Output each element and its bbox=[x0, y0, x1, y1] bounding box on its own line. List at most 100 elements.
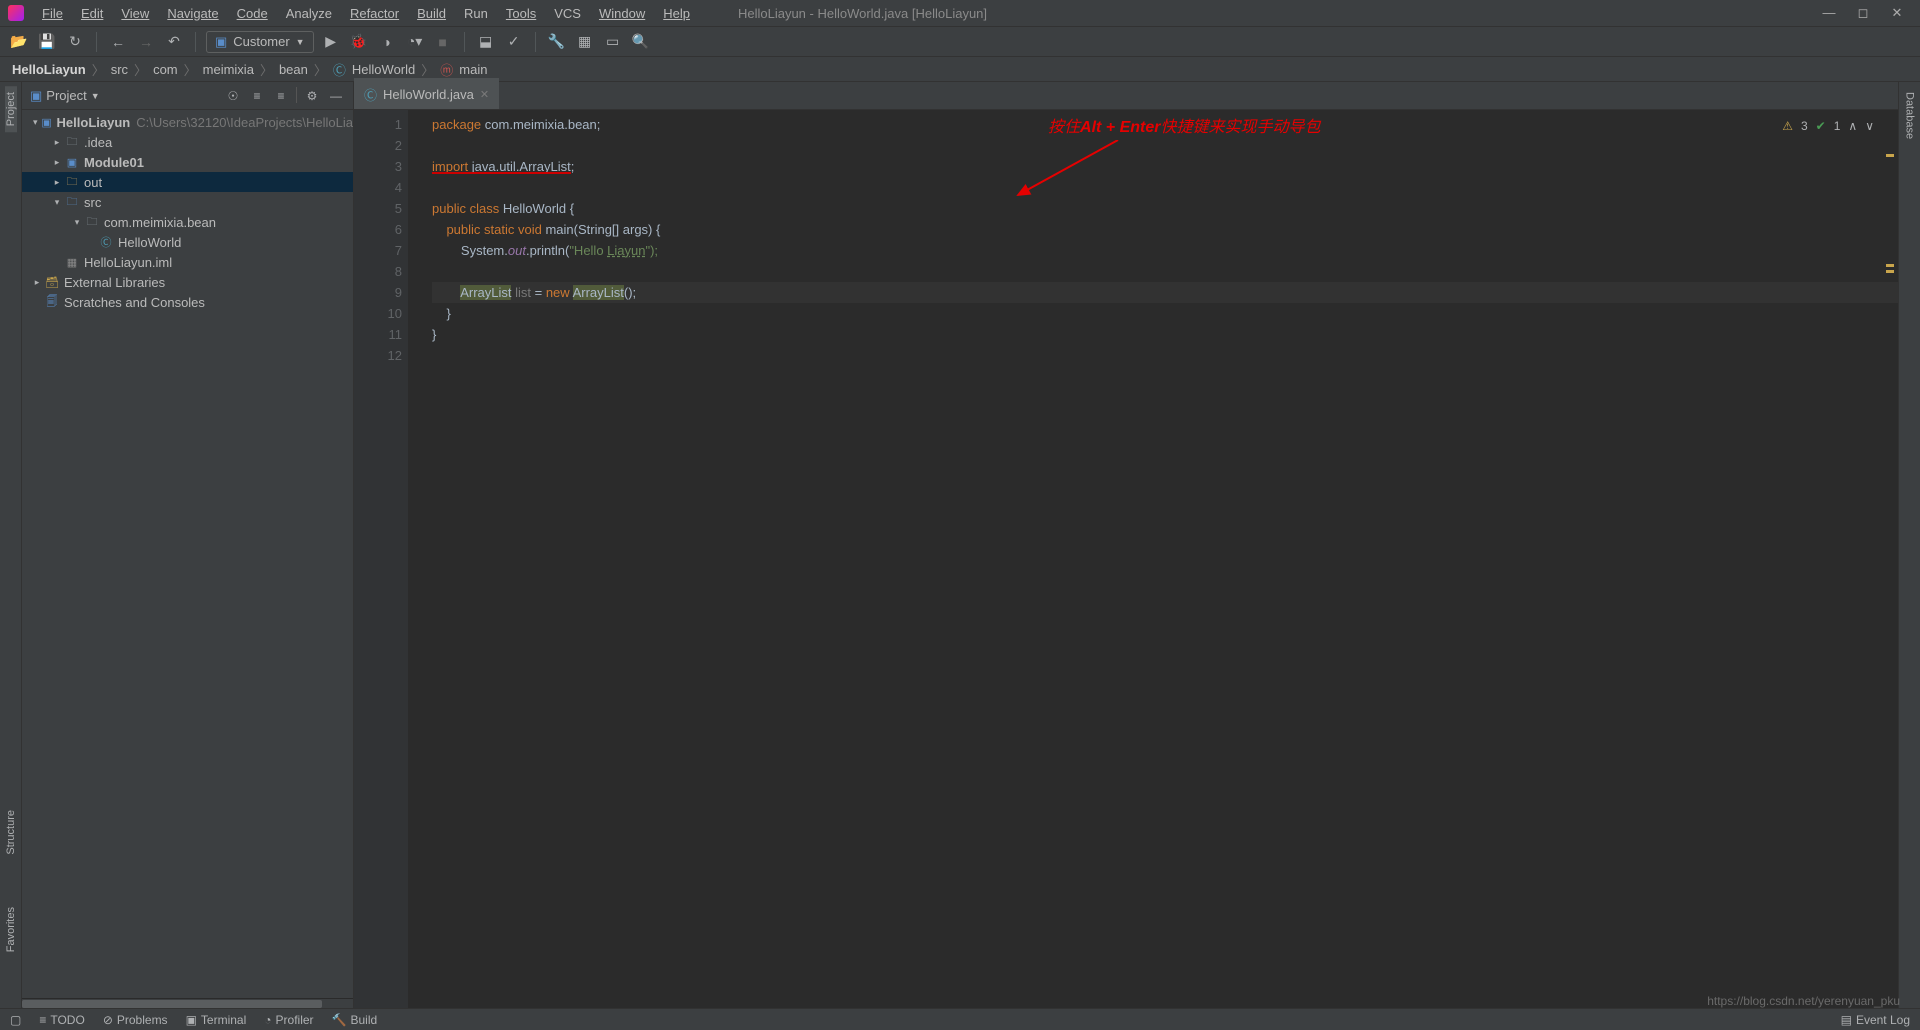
main-area: Project Structure Favorites ▣ Project ▼ … bbox=[0, 82, 1920, 1008]
search-icon[interactable]: 🔍 bbox=[630, 31, 652, 53]
inspection-widget[interactable]: ⚠3 ✔1 ∧ ∨ bbox=[1782, 116, 1874, 137]
tree-scratches[interactable]: 🗐Scratches and Consoles bbox=[22, 292, 353, 312]
code-editor[interactable]: 1 2 3 4 5 6 7 8 9 10 11 12 package com.m… bbox=[354, 110, 1898, 1008]
menu-tools[interactable]: Tools bbox=[498, 3, 544, 24]
minimize-panel-icon[interactable]: — bbox=[327, 87, 345, 105]
tree-root[interactable]: ▾▣ HelloLiayun C:\Users\32120\IdeaProjec… bbox=[22, 112, 353, 132]
menu-analyze[interactable]: Analyze bbox=[278, 3, 340, 24]
title-bar: File Edit View Navigate Code Analyze Ref… bbox=[0, 0, 1920, 27]
gutter: 1 2 3 4 5 6 7 8 9 10 11 12 bbox=[354, 110, 408, 1008]
tree-node-iml[interactable]: ▦HelloLiayun.iml bbox=[22, 252, 353, 272]
menu-vcs[interactable]: VCS bbox=[546, 3, 589, 24]
open-icon[interactable]: 📂 bbox=[8, 31, 30, 53]
git-update-icon[interactable]: ⬓ bbox=[475, 31, 497, 53]
git-commit-icon[interactable]: ✓ bbox=[503, 31, 525, 53]
status-terminal[interactable]: ▣Terminal bbox=[186, 1013, 247, 1027]
crumb-project[interactable]: HelloLiayun bbox=[12, 62, 86, 77]
menu-run[interactable]: Run bbox=[456, 3, 496, 24]
tree-root-path: C:\Users\32120\IdeaProjects\HelloLia bbox=[130, 115, 353, 130]
window-title: HelloLiayun - HelloWorld.java [HelloLiay… bbox=[698, 6, 1822, 21]
menu-file[interactable]: File bbox=[34, 3, 71, 24]
menu-window[interactable]: Window bbox=[591, 3, 653, 24]
minimize-button[interactable]: — bbox=[1822, 5, 1836, 21]
annotation-text: 按住Alt + Enter快捷键来实现手动导包 bbox=[1048, 116, 1321, 138]
breadcrumb: HelloLiayun〉 src〉 com〉 meimixia〉 bean〉 Ⓒ… bbox=[12, 60, 487, 79]
menu-edit[interactable]: Edit bbox=[73, 3, 111, 24]
save-icon[interactable]: 💾 bbox=[36, 31, 58, 53]
warning-count: 3 bbox=[1801, 116, 1808, 137]
chevron-up-icon[interactable]: ∧ bbox=[1848, 116, 1857, 137]
separator bbox=[535, 32, 536, 52]
wrench-icon[interactable]: 🔧 bbox=[546, 31, 568, 53]
annotation-arrow-icon bbox=[1008, 140, 1128, 210]
left-tool-strip: Project Structure Favorites bbox=[0, 82, 22, 1008]
project-structure-icon[interactable]: ▦ bbox=[574, 31, 596, 53]
crumb-pkg[interactable]: meimixia bbox=[203, 62, 254, 77]
undo-arrow-icon[interactable]: ↶ bbox=[163, 31, 185, 53]
coverage-icon[interactable]: ◑ bbox=[376, 31, 398, 53]
tree-external-libs[interactable]: ▸🗃External Libraries bbox=[22, 272, 353, 292]
ok-icon: ✔ bbox=[1816, 116, 1826, 137]
menu-help[interactable]: Help bbox=[655, 3, 698, 24]
tab-structure[interactable]: Structure bbox=[5, 804, 17, 861]
crumb-com[interactable]: com bbox=[153, 62, 178, 77]
tree-node-module01[interactable]: ▸▣Module01 bbox=[22, 152, 353, 172]
collapse-icon[interactable]: ≡ bbox=[272, 87, 290, 105]
toolwin-toggle-icon[interactable]: ▢ bbox=[10, 1013, 21, 1027]
main-toolbar: 📂 💾 ↻ ← → ↶ ▣ Customer ▼ ▶ 🐞 ◑ ◔▾ ■ ⬓ ✓ … bbox=[0, 27, 1920, 57]
main-menu: File Edit View Navigate Code Analyze Ref… bbox=[34, 3, 698, 24]
close-button[interactable]: ✕ bbox=[1890, 5, 1904, 21]
nav-breadcrumb-bar: HelloLiayun〉 src〉 com〉 meimixia〉 bean〉 Ⓒ… bbox=[0, 57, 1920, 82]
menu-view[interactable]: View bbox=[113, 3, 157, 24]
tree-node-out[interactable]: ▸🗀out bbox=[22, 172, 353, 192]
tree-node-src[interactable]: ▾🗀src bbox=[22, 192, 353, 212]
error-stripe[interactable] bbox=[1880, 114, 1894, 1004]
menu-navigate[interactable]: Navigate bbox=[159, 3, 226, 24]
target-icon[interactable]: ☉ bbox=[224, 87, 242, 105]
crumb-bean[interactable]: bean bbox=[279, 62, 308, 77]
tab-project[interactable]: Project bbox=[5, 86, 17, 132]
project-h-scroll[interactable] bbox=[22, 998, 353, 1008]
expand-icon[interactable]: ≡ bbox=[248, 87, 266, 105]
menu-build[interactable]: Build bbox=[409, 3, 454, 24]
tree-node-class[interactable]: ⒸHelloWorld bbox=[22, 232, 353, 252]
window-controls: — ◻ ✕ bbox=[1822, 5, 1912, 21]
warning-icon: ⚠ bbox=[1782, 116, 1793, 137]
back-icon[interactable]: ← bbox=[107, 31, 129, 53]
gear-icon[interactable]: ⚙ bbox=[303, 87, 321, 105]
forward-icon[interactable]: → bbox=[135, 31, 157, 53]
tree-node-idea[interactable]: ▸🗀.idea bbox=[22, 132, 353, 152]
code-content[interactable]: package com.meimixia.bean; import java.u… bbox=[408, 110, 1898, 1008]
run-icon[interactable]: ▶ bbox=[320, 31, 342, 53]
crumb-class[interactable]: HelloWorld bbox=[352, 62, 415, 77]
status-problems[interactable]: ⊘Problems bbox=[103, 1013, 168, 1027]
status-build[interactable]: 🔨Build bbox=[332, 1013, 378, 1027]
status-todo[interactable]: ≡TODO bbox=[39, 1013, 84, 1027]
sync-icon[interactable]: ↻ bbox=[64, 31, 86, 53]
debug-icon[interactable]: 🐞 bbox=[348, 31, 370, 53]
presentation-icon[interactable]: ▭ bbox=[602, 31, 624, 53]
maximize-button[interactable]: ◻ bbox=[1856, 5, 1870, 21]
tab-favorites[interactable]: Favorites bbox=[5, 901, 17, 958]
editor-tabs: Ⓒ HelloWorld.java ✕ bbox=[354, 82, 1898, 110]
status-profiler[interactable]: ◔Profiler bbox=[264, 1013, 313, 1027]
editor-tab-helloworld[interactable]: Ⓒ HelloWorld.java ✕ bbox=[354, 78, 499, 109]
close-tab-icon[interactable]: ✕ bbox=[480, 88, 489, 101]
chevron-down-icon[interactable]: ∨ bbox=[1865, 116, 1874, 137]
menu-refactor[interactable]: Refactor bbox=[342, 3, 407, 24]
menu-code[interactable]: Code bbox=[229, 3, 276, 24]
crumb-method[interactable]: main bbox=[459, 62, 487, 77]
editor-area: Ⓒ HelloWorld.java ✕ 1 2 3 4 5 6 7 8 9 10… bbox=[354, 82, 1898, 1008]
separator bbox=[464, 32, 465, 52]
java-file-icon: Ⓒ bbox=[364, 85, 377, 104]
project-panel-title: Project bbox=[46, 88, 86, 103]
tab-database[interactable]: Database bbox=[1904, 86, 1916, 145]
stop-icon[interactable]: ■ bbox=[432, 31, 454, 53]
status-bar: ▢ ≡TODO ⊘Problems ▣Terminal ◔Profiler 🔨B… bbox=[0, 1008, 1920, 1030]
status-eventlog[interactable]: ▤Event Log bbox=[1841, 1013, 1910, 1027]
chevron-down-icon[interactable]: ▼ bbox=[91, 91, 100, 101]
run-config-dropdown[interactable]: ▣ Customer ▼ bbox=[206, 31, 314, 53]
profile-icon[interactable]: ◔▾ bbox=[404, 31, 426, 53]
tree-node-package[interactable]: ▾🗀com.meimixia.bean bbox=[22, 212, 353, 232]
crumb-src[interactable]: src bbox=[111, 62, 128, 77]
